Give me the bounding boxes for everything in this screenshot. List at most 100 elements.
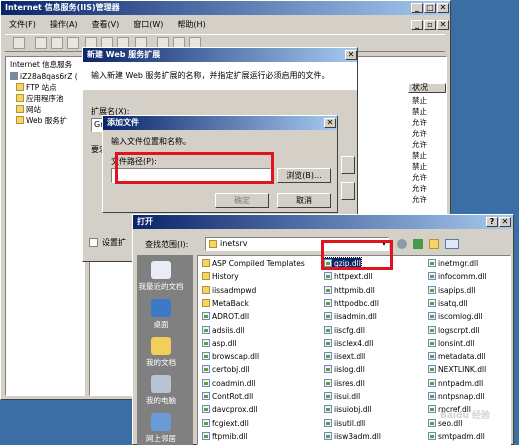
status-cell: 禁止 <box>412 151 427 160</box>
new-extension-close-button[interactable]: ✕ <box>345 50 357 60</box>
places-my-documents[interactable]: 我的文档 <box>137 337 185 368</box>
open-close-button[interactable]: ✕ <box>499 217 511 227</box>
dll-file-icon <box>202 325 210 334</box>
file-item[interactable]: iisext.dll <box>324 351 365 362</box>
doc-restore-button[interactable]: ▫ <box>424 20 436 30</box>
close-button[interactable]: ✕ <box>437 3 449 13</box>
allow-status-checkbox[interactable] <box>89 238 98 247</box>
menu-file[interactable]: 文件(F) <box>9 19 36 31</box>
open-help-button[interactable]: ? <box>486 217 498 227</box>
file-item[interactable]: ftpmib.dll <box>202 431 248 442</box>
file-item[interactable]: fcgiext.dll <box>202 418 249 429</box>
folder-item[interactable]: iissadmpwd <box>202 285 256 296</box>
add-file-close-button[interactable]: ✕ <box>324 118 336 128</box>
file-item[interactable]: adsiis.dll <box>202 325 245 336</box>
file-item[interactable]: iisutil.dll <box>324 418 365 429</box>
file-item[interactable]: lonsint.dll <box>428 338 474 349</box>
file-item[interactable]: isapips.dll <box>428 285 475 296</box>
look-in-label: 查找范围(I): <box>145 240 189 249</box>
cancel-button[interactable]: 取消 <box>277 193 331 208</box>
file-item[interactable]: iislog.dll <box>324 364 365 375</box>
file-item[interactable]: httpodbc.dll <box>324 298 379 309</box>
back-icon[interactable] <box>13 37 25 49</box>
file-item[interactable]: iisuiobj.dll <box>324 404 372 415</box>
file-item[interactable]: nntpsnap.dll <box>428 391 485 402</box>
file-item[interactable]: ContRot.dll <box>202 391 253 402</box>
dll-file-icon <box>428 259 436 267</box>
view-menu-icon[interactable] <box>445 239 459 249</box>
file-item[interactable]: iscomlog.dll <box>428 311 483 322</box>
dll-file-icon <box>428 298 436 307</box>
ok-button[interactable]: 确定 <box>215 193 269 208</box>
file-item[interactable]: iisclex4.dll <box>324 338 373 349</box>
file-name: smtpadm.dll <box>438 431 485 441</box>
network-icon <box>151 413 171 431</box>
desktop-icon <box>151 299 171 317</box>
file-item[interactable]: browscap.dll <box>202 351 259 362</box>
minimize-button[interactable]: _ <box>411 3 423 13</box>
file-item[interactable]: iisadmin.dll <box>324 311 377 322</box>
file-item[interactable]: asp.dll <box>202 338 237 349</box>
file-item[interactable]: inetmgr.dll <box>428 258 478 269</box>
file-item[interactable]: httpmib.dll <box>324 285 375 296</box>
file-item[interactable]: iiscfg.dll <box>324 325 365 336</box>
folder-item[interactable]: History <box>202 271 239 282</box>
file-item[interactable]: iisui.dll <box>324 391 360 402</box>
file-item[interactable]: certobj.dll <box>202 364 250 375</box>
folder-icon <box>16 94 24 102</box>
places-my-computer[interactable]: 我的电脑 <box>137 375 185 406</box>
menu-action[interactable]: 操作(A) <box>50 19 78 31</box>
doc-close-button[interactable]: ✕ <box>437 20 449 30</box>
file-name: iisuiobj.dll <box>334 405 372 415</box>
file-item[interactable]: nntpadm.dll <box>428 378 483 389</box>
file-name: ContRot.dll <box>212 392 254 401</box>
file-name: iisui.dll <box>334 392 361 401</box>
remove-file-button[interactable] <box>341 182 355 200</box>
file-item[interactable]: ADROT.dll <box>202 311 249 322</box>
file-item[interactable]: metadata.dll <box>428 351 486 362</box>
file-name: nntpsnap.dll <box>438 392 485 401</box>
dll-file-icon <box>428 405 436 414</box>
file-item[interactable]: iisw3adm.dll <box>324 431 381 442</box>
maximize-button[interactable]: □ <box>424 3 436 13</box>
folder-item[interactable]: ASP Compiled Templates <box>202 258 305 269</box>
file-item[interactable]: logscrpt.dll <box>428 325 480 336</box>
tree-item-webext[interactable]: Web 服务扩 <box>16 115 67 126</box>
file-name: isatq.dll <box>438 298 468 308</box>
menu-window[interactable]: 窗口(W) <box>133 19 163 31</box>
up-icon[interactable] <box>35 37 47 49</box>
file-item[interactable]: davcprox.dll <box>202 404 258 415</box>
places-recent[interactable]: 我最近的文档 <box>137 261 185 292</box>
menu-help[interactable]: 帮助(H) <box>177 19 205 31</box>
file-item[interactable]: coadmin.dll <box>202 378 256 389</box>
new-folder-icon[interactable] <box>429 239 439 249</box>
file-item[interactable]: isatq.dll <box>428 298 468 309</box>
up-folder-icon[interactable] <box>413 239 423 249</box>
back-icon[interactable] <box>397 239 407 249</box>
file-item[interactable]: NEXTLINK.dll <box>428 364 486 375</box>
tree-item-ftp[interactable]: FTP 站点 <box>16 82 57 93</box>
iis-titlebar: Internet 信息服务(IIS)管理器 <box>1 1 450 15</box>
doc-minimize-button[interactable]: _ <box>411 20 423 30</box>
places-desktop[interactable]: 桌面 <box>137 299 185 330</box>
tree-item-sites[interactable]: 网站 <box>16 104 41 115</box>
places-network[interactable]: 网上邻居 <box>137 413 185 444</box>
browse-button[interactable]: 浏览(B)... <box>277 168 331 183</box>
tree-item-server[interactable]: iZ28a8qas6rZ ( <box>10 71 78 82</box>
properties-icon[interactable] <box>67 37 79 49</box>
show-tree-icon[interactable] <box>51 37 63 49</box>
file-item[interactable]: httpext.dll <box>324 271 373 282</box>
file-name: iisext.dll <box>334 352 366 362</box>
file-item[interactable]: iisres.dll <box>324 378 365 389</box>
add-file-button[interactable] <box>341 156 355 174</box>
file-item[interactable]: infocomm.dll <box>428 271 487 282</box>
dll-file-icon <box>324 392 332 400</box>
status-column-header[interactable]: 状况 <box>408 83 446 93</box>
tree-item-apppool[interactable]: 应用程序池 <box>16 93 64 104</box>
file-name: NEXTLINK.dll <box>438 365 487 375</box>
file-item[interactable]: smtpadm.dll <box>428 431 485 442</box>
dll-file-icon <box>428 312 436 321</box>
folder-item[interactable]: MetaBack <box>202 298 249 309</box>
menu-view[interactable]: 查看(V) <box>92 19 120 31</box>
highlight-file-path <box>115 152 274 184</box>
